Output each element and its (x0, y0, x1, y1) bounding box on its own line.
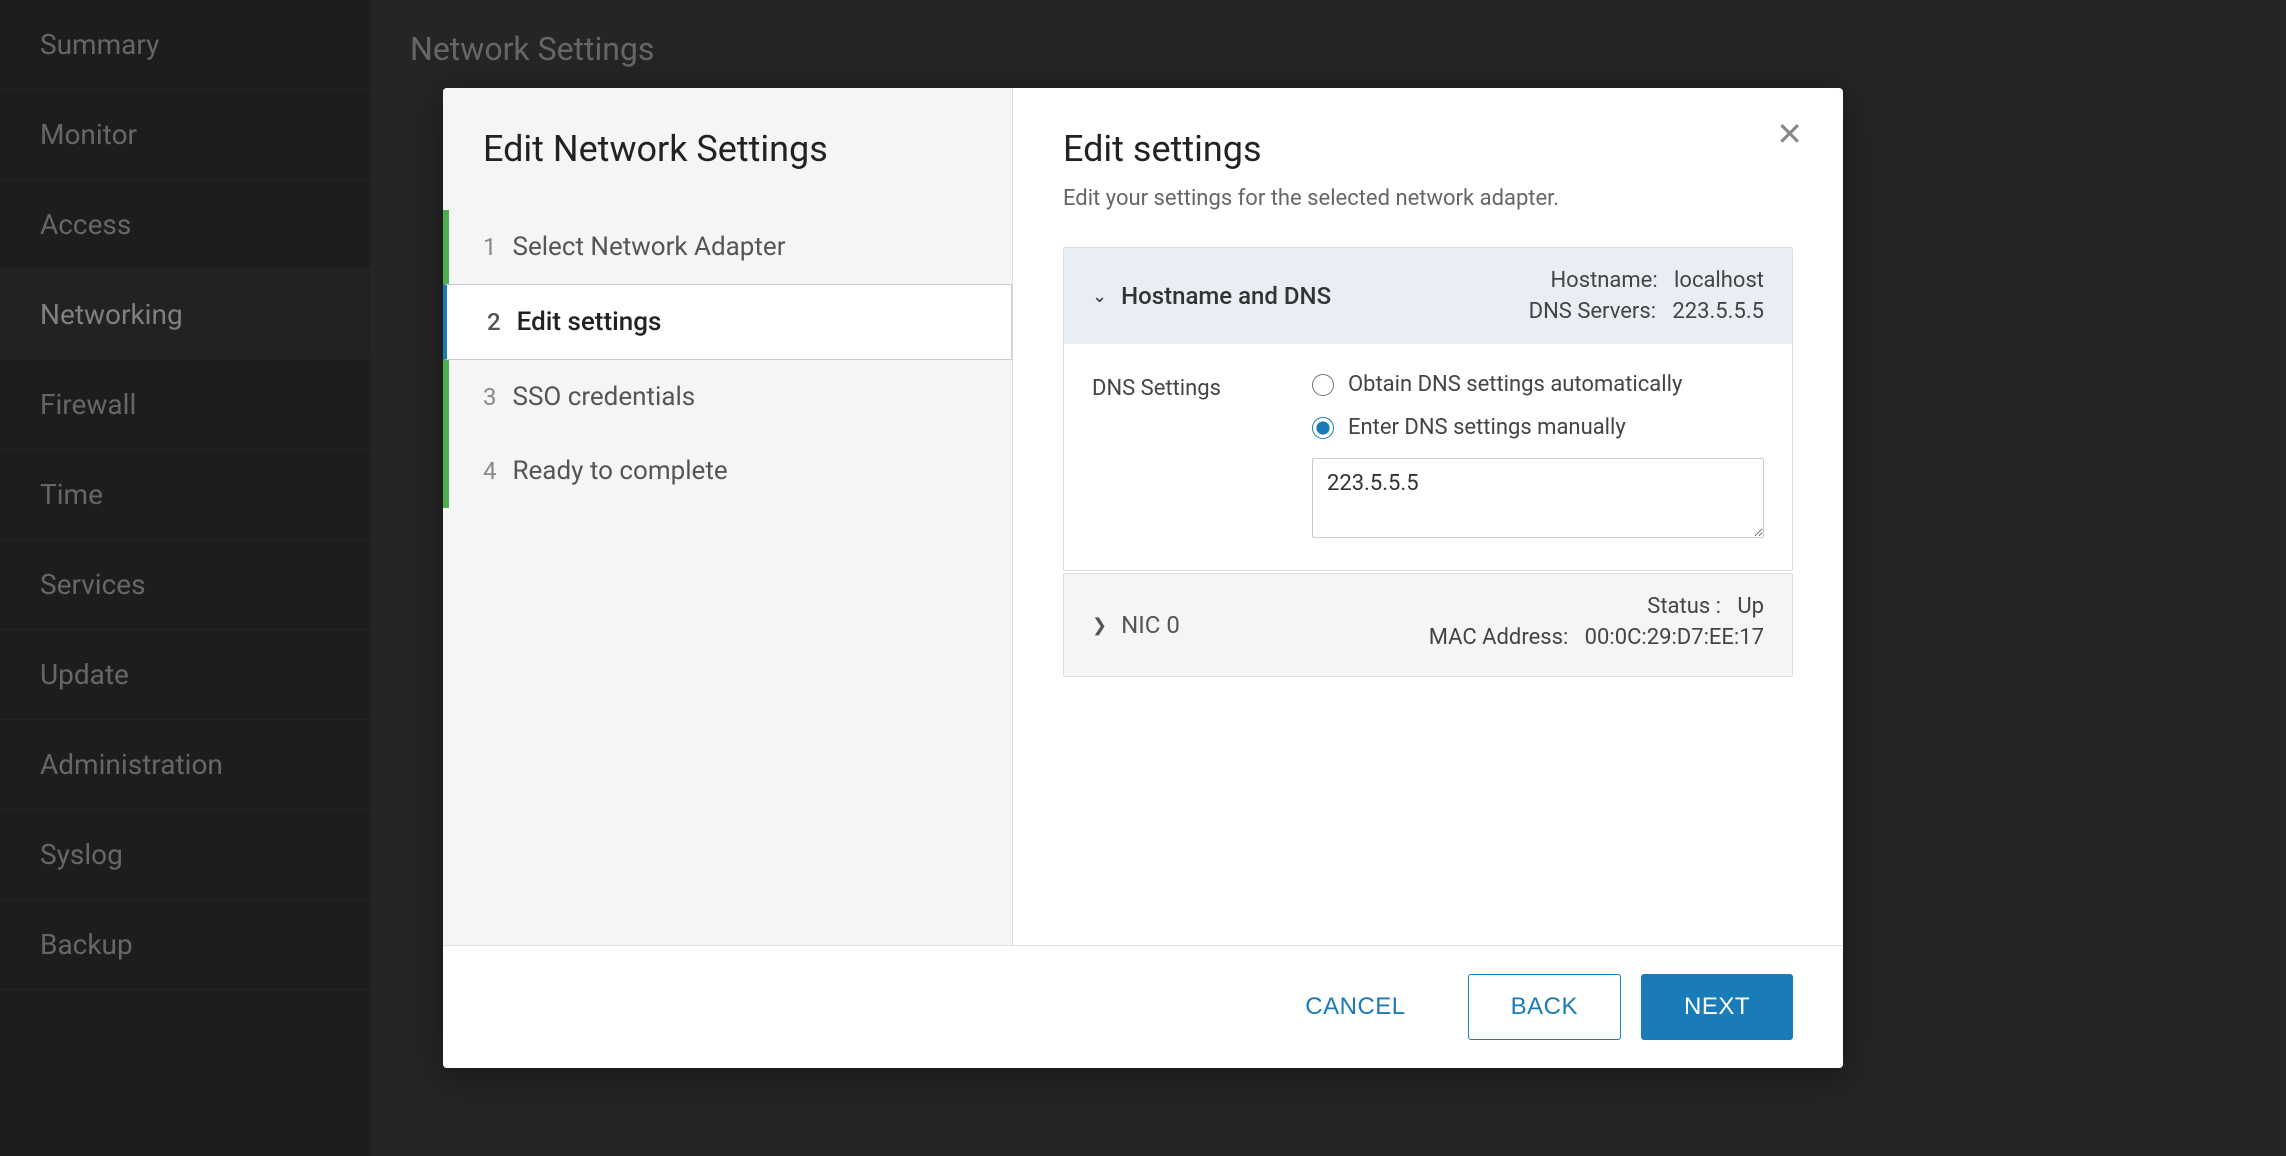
hostname-summary: Hostname: localhost (1529, 268, 1764, 293)
dns-manual-textarea[interactable]: 223.5.5.5 (1312, 458, 1764, 538)
dns-settings-label: DNS Settings (1092, 372, 1272, 542)
dns-servers-label: DNS Servers: (1529, 299, 1656, 324)
step-4-num: 4 (483, 457, 497, 485)
dns-settings-row: DNS Settings Obtain DNS settings automat… (1092, 372, 1764, 542)
wizard-step-3[interactable]: 3 SSO credentials (443, 360, 1012, 434)
nic-status-value: Up (1737, 594, 1764, 619)
hostname-dns-section: ⌄ Hostname and DNS Hostname: localhost D… (1063, 247, 1793, 571)
wizard-step-2[interactable]: 2 Edit settings (443, 284, 1012, 360)
step-1-label: Select Network Adapter (513, 232, 786, 262)
step-1-num: 1 (483, 233, 497, 261)
step-4-label: Ready to complete (513, 456, 728, 486)
hostname-dns-header[interactable]: ⌄ Hostname and DNS Hostname: localhost D… (1064, 248, 1792, 344)
modal-body: Edit Network Settings 1 Select Network A… (443, 88, 1843, 945)
nic-header-right: Status : Up MAC Address: 00:0C:29:D7:EE:… (1429, 594, 1764, 656)
modal-footer: CANCEL BACK NEXT (443, 945, 1843, 1068)
step-3-label: SSO credentials (513, 382, 696, 412)
step-4-indicator (443, 434, 449, 508)
step-1-indicator (443, 210, 449, 284)
nic-header[interactable]: ❯ NIC 0 Status : Up MAC Address: (1064, 574, 1792, 676)
content-subtitle: Edit your settings for the selected netw… (1063, 186, 1793, 211)
wizard-panel: Edit Network Settings 1 Select Network A… (443, 88, 1013, 945)
nic-label: NIC 0 (1121, 611, 1180, 639)
step-2-label: Edit settings (517, 307, 662, 337)
nic-section: ❯ NIC 0 Status : Up MAC Address: (1063, 573, 1793, 677)
close-button[interactable]: ✕ (1776, 118, 1803, 150)
step-3-num: 3 (483, 383, 497, 411)
hostname-dns-label: Hostname and DNS (1121, 282, 1331, 310)
nic-status: Status : Up (1429, 594, 1764, 619)
content-title: Edit settings (1063, 128, 1793, 170)
dns-manual-label: Enter DNS settings manually (1348, 415, 1626, 440)
modal-overlay: Edit Network Settings 1 Select Network A… (0, 0, 2286, 1156)
nic-chevron-icon: ❯ (1092, 615, 1107, 636)
dns-auto-label: Obtain DNS settings automatically (1348, 372, 1682, 397)
nic-mac: MAC Address: 00:0C:29:D7:EE:17 (1429, 625, 1764, 650)
dns-settings-body: DNS Settings Obtain DNS settings automat… (1064, 344, 1792, 570)
dns-manual-option[interactable]: Enter DNS settings manually (1312, 415, 1764, 440)
edit-network-settings-modal: Edit Network Settings 1 Select Network A… (443, 88, 1843, 1068)
hostname-dns-summary: Hostname: localhost DNS Servers: 223.5.5… (1529, 268, 1764, 324)
dns-manual-radio[interactable] (1312, 417, 1334, 439)
step-3-indicator (443, 360, 449, 434)
nic-mac-value: 00:0C:29:D7:EE:17 (1585, 625, 1764, 650)
hostname-dns-chevron-icon: ⌄ (1092, 286, 1107, 307)
dns-options: Obtain DNS settings automatically Enter … (1312, 372, 1764, 542)
dns-auto-option[interactable]: Obtain DNS settings automatically (1312, 372, 1764, 397)
hostname-dns-header-left: ⌄ Hostname and DNS (1092, 282, 1331, 310)
hostname-label: Hostname: (1550, 268, 1657, 293)
nic-header-left: ❯ NIC 0 (1092, 611, 1180, 639)
dns-auto-radio[interactable] (1312, 374, 1334, 396)
hostname-value: localhost (1674, 268, 1764, 293)
wizard-step-4[interactable]: 4 Ready to complete (443, 434, 1012, 508)
cancel-button[interactable]: CANCEL (1263, 975, 1447, 1039)
next-button[interactable]: NEXT (1641, 974, 1793, 1040)
dns-servers-summary: DNS Servers: 223.5.5.5 (1529, 299, 1764, 324)
wizard-title: Edit Network Settings (443, 128, 1012, 210)
wizard-step-1[interactable]: 1 Select Network Adapter (443, 210, 1012, 284)
nic-mac-label: MAC Address: (1429, 625, 1569, 650)
dns-servers-value: 223.5.5.5 (1672, 299, 1764, 324)
back-button[interactable]: BACK (1468, 974, 1621, 1040)
step-2-num: 2 (487, 308, 501, 336)
content-panel: ✕ Edit settings Edit your settings for t… (1013, 88, 1843, 945)
nic-status-label: Status : (1647, 594, 1721, 619)
